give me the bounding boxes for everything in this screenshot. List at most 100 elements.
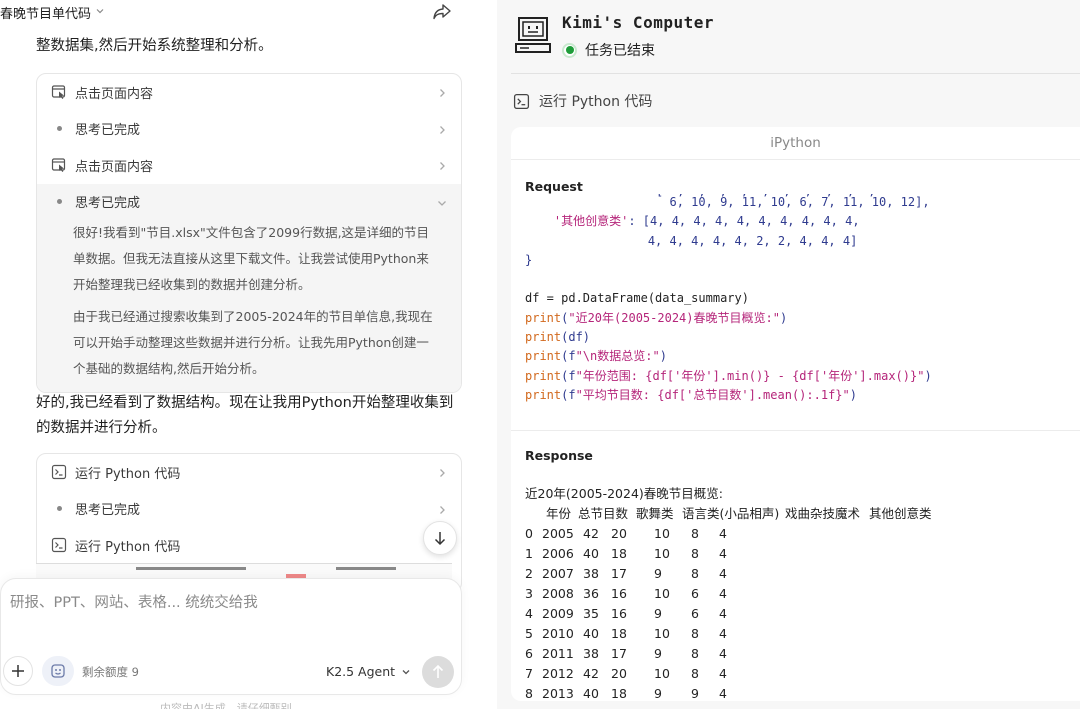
step-run-python-1[interactable]: 运行 Python 代码 bbox=[37, 454, 461, 491]
message-composer[interactable]: 研报、PPT、网站、表格... 统统交给我 剩余额度 9 K2.5 Agent bbox=[0, 578, 462, 695]
quota-remaining: 剩余额度 9 bbox=[82, 665, 139, 679]
table-header-cell: 其他创意类 bbox=[869, 506, 932, 521]
table-cell: 2009 bbox=[542, 606, 574, 621]
table-cell: 4 bbox=[719, 646, 727, 661]
table-cell: 9 bbox=[654, 566, 662, 581]
table-cell: 35 bbox=[583, 606, 599, 621]
table-cell: 1 bbox=[525, 546, 533, 561]
step-run-python-2[interactable]: 运行 Python 代码 bbox=[37, 527, 461, 564]
response-output: 近20年(2005-2024)春晚节目概览: 年份 总节目数 歌舞类 语言类(小品相声… bbox=[525, 484, 932, 701]
response-label: Response bbox=[525, 448, 593, 463]
code-line: print(f"\n数据总览:") bbox=[525, 349, 667, 364]
chevron-right-icon bbox=[437, 87, 447, 98]
table-cell: 9 bbox=[654, 646, 662, 661]
table-cell: 6 bbox=[691, 606, 699, 621]
step-label: 思考已完成 bbox=[75, 196, 141, 212]
send-button[interactable] bbox=[422, 656, 454, 688]
browser-click-icon bbox=[51, 157, 67, 173]
table-cell: 5 bbox=[525, 626, 533, 641]
table-cell: 2008 bbox=[542, 586, 574, 601]
ipython-viewer[interactable]: iPython Request [,,,,,,,,,,] 6, 10, 9, 1… bbox=[511, 127, 1080, 701]
divider bbox=[511, 430, 1080, 431]
step-label: 点击页面内容 bbox=[75, 86, 154, 102]
table-cell: 9 bbox=[691, 686, 699, 701]
thought-paragraph: 很好!我看到"节目.xlsx"文件包含了2099行数据,这是详细的节目单数据。但… bbox=[73, 225, 430, 292]
table-cell: 10 bbox=[654, 666, 670, 681]
status-complete-icon bbox=[562, 42, 577, 58]
step-label: 运行 Python 代码 bbox=[75, 466, 181, 482]
code-line: print(f"年份范围: {df['年份'].min()} - {df['年份… bbox=[525, 368, 932, 383]
step-label: 运行 Python 代码 bbox=[75, 539, 181, 555]
table-row: 4 2009 35 16 9 6 4 bbox=[525, 604, 727, 624]
step-thinking-2[interactable]: 思考已完成 bbox=[37, 184, 461, 221]
chevron-right-icon bbox=[437, 504, 447, 514]
table-cell: 17 bbox=[611, 566, 627, 581]
add-attachment-button[interactable] bbox=[3, 656, 33, 686]
code-line: 4, 4, 4, 4, 4, 2, 2, 4, 4, 4] bbox=[525, 233, 858, 248]
agent-label: K2.5 Agent bbox=[326, 664, 396, 679]
quota-icon[interactable] bbox=[42, 656, 74, 686]
table-row: 8 2013 40 18 9 9 4 bbox=[525, 684, 727, 701]
chevron-right-icon bbox=[437, 160, 447, 171]
table-cell: 2010 bbox=[542, 626, 574, 641]
tool-header: 运行 Python 代码 bbox=[513, 91, 652, 111]
table-cell: 9 bbox=[654, 606, 662, 621]
code-line: print("近20年(2005-2024)春晚节目概览:") bbox=[525, 310, 788, 325]
table-cell: 2011 bbox=[542, 646, 574, 661]
code-line: df = pd.DataFrame(data_summary) bbox=[525, 291, 749, 306]
table-cell: 10 bbox=[654, 626, 670, 641]
disclaimer: 内容由AI生成，请仔细甄别 bbox=[160, 702, 292, 709]
agent-selector[interactable]: K2.5 Agent bbox=[326, 664, 411, 679]
composer-input[interactable]: 研报、PPT、网站、表格... 统统交给我 bbox=[10, 591, 258, 612]
arrow-down-icon bbox=[434, 532, 446, 546]
ipython-title: iPython bbox=[511, 127, 1080, 160]
task-status: 任务已结束 bbox=[562, 40, 655, 60]
thought-paragraph: 由于我已经通过搜索收集到了2005-2024年的节目单信息,我现在可以开始手动整… bbox=[73, 309, 433, 376]
table-cell: 4 bbox=[525, 606, 533, 621]
code-line: } bbox=[525, 252, 533, 267]
table-cell: 18 bbox=[611, 626, 627, 641]
share-icon[interactable] bbox=[432, 3, 452, 21]
dot-icon bbox=[51, 126, 67, 132]
terminal-icon bbox=[51, 537, 67, 553]
chart-thumbnail[interactable] bbox=[36, 563, 452, 579]
table-cell: 0 bbox=[525, 526, 533, 541]
step-click-page-2[interactable]: 点击页面内容 bbox=[37, 147, 461, 184]
table-cell: 6 bbox=[691, 586, 699, 601]
chevron-right-icon bbox=[437, 467, 447, 478]
table-cell: 8 bbox=[525, 686, 533, 701]
table-cell: 20 bbox=[611, 526, 627, 541]
code-line: print(df) bbox=[525, 330, 591, 345]
table-cell: 2007 bbox=[542, 566, 574, 581]
table-cell: 2 bbox=[525, 566, 533, 581]
computer-name: Kimi's Computer bbox=[562, 13, 714, 32]
table-cell: 16 bbox=[611, 586, 627, 601]
computer-icon bbox=[515, 16, 551, 54]
table-cell: 4 bbox=[719, 666, 727, 681]
table-row: 2 2007 38 17 9 8 4 bbox=[525, 564, 727, 584]
step-label: 点击页面内容 bbox=[75, 159, 154, 175]
tool-label: 运行 Python 代码 bbox=[539, 94, 653, 110]
status-text: 任务已结束 bbox=[585, 43, 655, 59]
table-cell: 38 bbox=[583, 566, 599, 581]
terminal-icon bbox=[51, 464, 67, 480]
table-cell: 4 bbox=[719, 586, 727, 601]
table-cell: 42 bbox=[583, 666, 599, 681]
table-cell: 4 bbox=[719, 626, 727, 641]
table-cell: 2005 bbox=[542, 526, 574, 541]
step-thinking-3[interactable]: 思考已完成 bbox=[37, 491, 461, 528]
step-click-page-1[interactable]: 点击页面内容 bbox=[37, 74, 461, 111]
scroll-down-button[interactable] bbox=[423, 521, 457, 555]
table-cell: 17 bbox=[611, 646, 627, 661]
browser-click-icon bbox=[51, 84, 67, 100]
chat-title-dropdown[interactable]: 春晚节目单代码 bbox=[0, 3, 105, 22]
table-cell: 18 bbox=[611, 546, 627, 561]
step-thinking-1[interactable]: 思考已完成 bbox=[37, 111, 461, 148]
chat-panel: 春晚节目单代码 整数据集,然后开始系统整理和分析。 点击页面内容 思考已完成 点… bbox=[0, 0, 497, 709]
table-cell: 8 bbox=[691, 666, 699, 681]
table-cell: 2012 bbox=[542, 666, 574, 681]
table-cell: 10 bbox=[654, 586, 670, 601]
dot-icon bbox=[51, 199, 67, 205]
table-cell: 40 bbox=[583, 686, 599, 701]
table-cell: 2013 bbox=[542, 686, 574, 701]
